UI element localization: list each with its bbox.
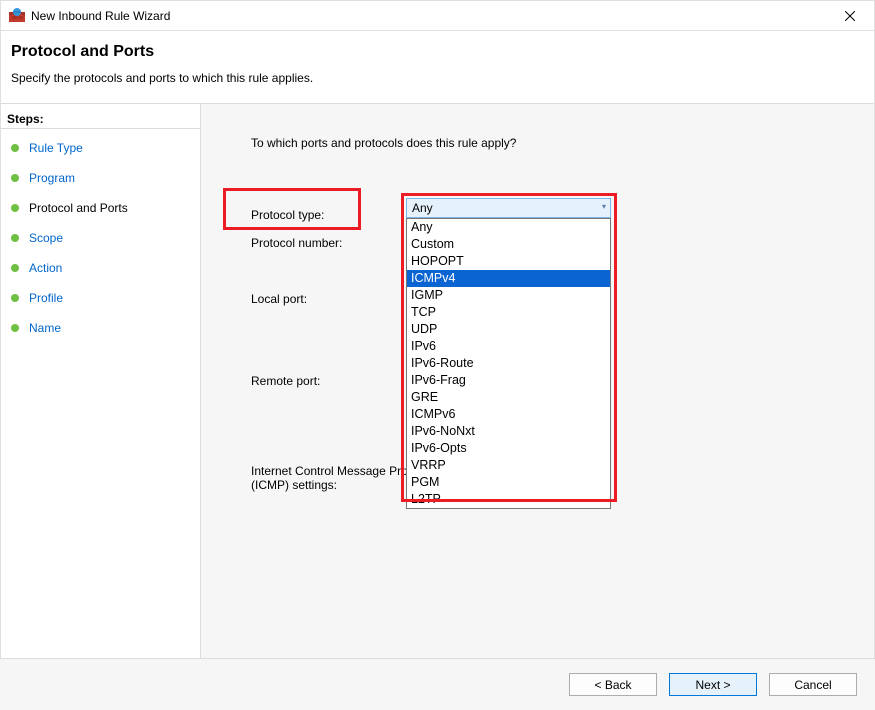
close-icon (845, 11, 855, 21)
back-button[interactable]: < Back (569, 673, 657, 696)
step-bullet-icon (11, 264, 19, 272)
page-title: Protocol and Ports (11, 43, 858, 61)
step-label: Profile (29, 291, 63, 305)
step-item[interactable]: Rule Type (1, 133, 200, 163)
main-panel: To which ports and protocols does this r… (201, 104, 874, 664)
step-bullet-icon (11, 324, 19, 332)
label-protocol-number: Protocol number: (251, 236, 342, 250)
label-local-port: Local port: (251, 292, 307, 306)
step-item[interactable]: Profile (1, 283, 200, 313)
titlebar: New Inbound Rule Wizard (1, 1, 874, 31)
highlight-box-label (223, 188, 361, 230)
window-title: New Inbound Rule Wizard (31, 9, 170, 23)
step-item[interactable]: Program (1, 163, 200, 193)
label-remote-port: Remote port: (251, 374, 320, 388)
highlight-box-dropdown (401, 193, 617, 502)
next-button[interactable]: Next > (669, 673, 757, 696)
page-header: Protocol and Ports Specify the protocols… (1, 31, 874, 104)
firewall-icon (9, 8, 25, 24)
step-label: Program (29, 171, 75, 185)
close-button[interactable] (830, 2, 870, 30)
step-item[interactable]: Action (1, 253, 200, 283)
steps-list: Rule Type Program Protocol and Ports Scope A… (1, 133, 200, 343)
wizard-footer: < Back Next > Cancel (0, 658, 875, 710)
step-item[interactable]: Name (1, 313, 200, 343)
step-bullet-icon (11, 234, 19, 242)
steps-sidebar: Steps: Rule Type Program Protocol and Port… (1, 104, 201, 664)
step-label: Scope (29, 231, 63, 245)
step-bullet-icon (11, 204, 19, 212)
step-label: Rule Type (29, 141, 83, 155)
step-label: Protocol and Ports (29, 201, 128, 215)
step-bullet-icon (11, 144, 19, 152)
step-label: Name (29, 321, 61, 335)
page-subtitle: Specify the protocols and ports to which… (11, 71, 858, 85)
step-item: Protocol and Ports (1, 193, 200, 223)
question-text: To which ports and protocols does this r… (251, 136, 854, 150)
step-bullet-icon (11, 294, 19, 302)
steps-heading: Steps: (1, 110, 200, 129)
step-label: Action (29, 261, 62, 275)
step-bullet-icon (11, 174, 19, 182)
cancel-button[interactable]: Cancel (769, 673, 857, 696)
step-item[interactable]: Scope (1, 223, 200, 253)
